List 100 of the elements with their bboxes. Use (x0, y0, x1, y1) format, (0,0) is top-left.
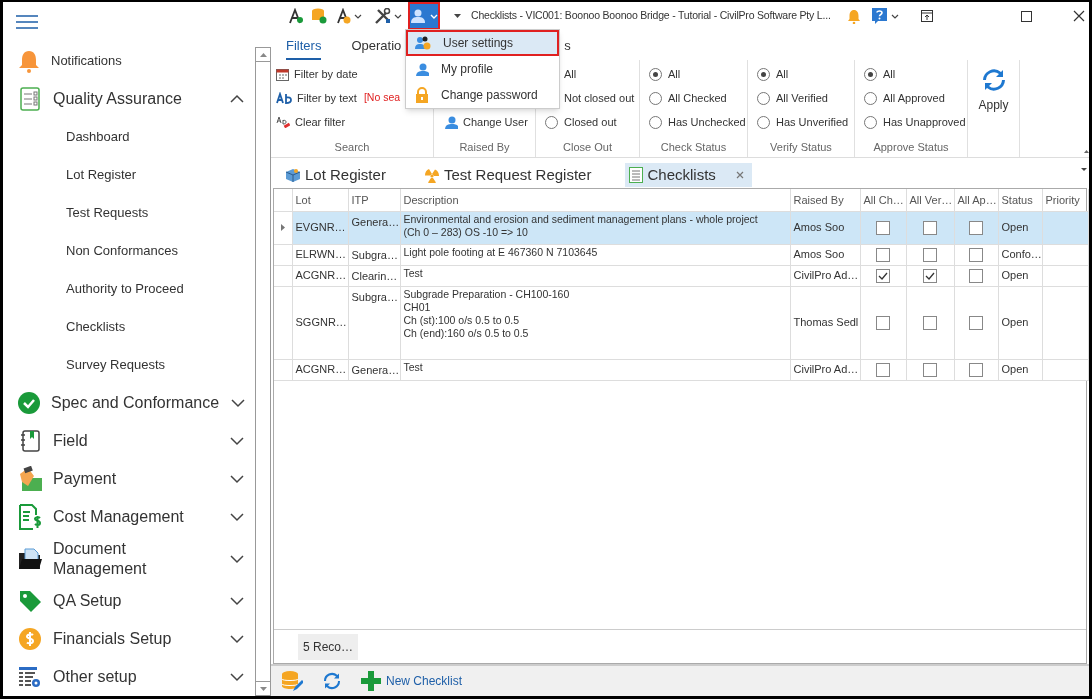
table-cell: Open (998, 211, 1042, 244)
checkbox[interactable] (923, 363, 937, 378)
bell-icon[interactable] (846, 8, 860, 24)
checkbox[interactable] (876, 221, 890, 236)
chevron-down-icon (230, 398, 247, 408)
radio-button[interactable] (864, 67, 877, 81)
sidebar-subitem[interactable]: Lot Register (18, 156, 245, 194)
column-header[interactable]: Raised By (790, 189, 860, 211)
dropdown-arrow-icon[interactable] (454, 14, 461, 18)
table-cell: Open (998, 265, 1042, 286)
sidebar-section[interactable]: Payment (18, 460, 245, 498)
radio-label: All (883, 66, 896, 82)
group-title: Check Status (659, 139, 728, 155)
checkbox[interactable] (876, 269, 890, 284)
close-icon[interactable] (1072, 10, 1085, 22)
radio-label: All Approved (883, 90, 945, 106)
sidebar-subitem[interactable]: Test Requests (18, 194, 245, 232)
group-title: Approve Status (872, 139, 950, 155)
checkbox[interactable] (876, 316, 890, 331)
document-tab[interactable]: Lot Register (281, 163, 416, 187)
ribbon-command[interactable]: Change User (444, 113, 528, 131)
sidebar-section[interactable]: Document Management (18, 536, 245, 582)
sidebar-subitem[interactable]: Survey Requests (18, 346, 245, 384)
checkbox[interactable] (923, 248, 937, 263)
checkbox[interactable] (969, 221, 983, 236)
sidebar-section[interactable]: Cost Management (18, 498, 245, 536)
table-cell: Subgra… (348, 286, 400, 359)
document-tab[interactable]: Checklists (625, 163, 752, 187)
checklist-icon (20, 87, 40, 111)
ribbon-command[interactable]: Filter by date (276, 65, 358, 83)
column-header[interactable]: Description (400, 189, 790, 211)
bell-icon (18, 49, 40, 73)
sidebar-section[interactable]: Financials Setup (18, 620, 245, 658)
column-header[interactable]: Lot (292, 189, 348, 211)
tab-list-icon[interactable] (1081, 168, 1087, 171)
checkbox[interactable] (923, 269, 937, 284)
maximize-icon[interactable] (1020, 10, 1032, 22)
ribbon-tab[interactable]: Operatio (351, 35, 402, 60)
checkbox[interactable] (876, 363, 890, 378)
scroll-up-icon (259, 52, 267, 57)
sidebar-section[interactable]: Quality Assurance (18, 80, 245, 118)
check-circle-icon (18, 392, 40, 414)
ribbon-collapse-icon[interactable] (1084, 150, 1089, 153)
column-header[interactable]: All Ap… (954, 189, 998, 211)
apply-button[interactable]: Apply (978, 68, 1009, 114)
checkbox[interactable] (876, 248, 890, 263)
checkbox[interactable] (923, 316, 937, 331)
checkbox[interactable] (923, 221, 937, 236)
sidebar-subitem[interactable]: Non Conformances (18, 232, 245, 270)
ribbon-tab[interactable]: s (564, 35, 571, 60)
radio-button[interactable] (545, 115, 558, 129)
sidebar-subitem[interactable]: Dashboard (18, 118, 245, 156)
help-icon[interactable] (871, 8, 887, 24)
table-cell: Thomas Sedl (790, 286, 860, 359)
ribbon-command[interactable]: Clear filter (276, 113, 346, 131)
refresh-icon[interactable] (323, 672, 341, 690)
radio-button[interactable] (757, 67, 770, 81)
column-header[interactable]: All Ver… (906, 189, 954, 211)
row-pointer-icon (280, 224, 285, 231)
sidebar-subitem[interactable]: Checklists (18, 308, 245, 346)
checkbox[interactable] (969, 248, 983, 263)
radio-button[interactable] (864, 115, 877, 129)
dollar-coin-icon (19, 628, 41, 650)
radio-button[interactable] (649, 115, 662, 129)
text-ab-icon (276, 92, 292, 104)
user-menu-button[interactable] (410, 4, 438, 28)
sidebar-section[interactable]: Spec and Conformance (18, 384, 245, 422)
menu-item[interactable]: Change password (408, 84, 557, 106)
sidebar-subitem[interactable]: Authority to Proceed (18, 270, 245, 308)
group-title: Close Out (562, 139, 613, 155)
database-edit-icon[interactable] (281, 670, 303, 692)
tab-close-icon[interactable] (735, 171, 744, 179)
menu-item[interactable]: My profile (408, 58, 557, 80)
column-header[interactable]: All Ch… (860, 189, 906, 211)
menu-icon[interactable] (16, 15, 38, 29)
tools-icon[interactable] (374, 7, 391, 25)
sidebar-section[interactable]: Other setup (18, 658, 245, 696)
column-header[interactable]: ITP (348, 189, 400, 211)
checkbox[interactable] (969, 269, 983, 284)
radio-label: Has Unapproved (883, 114, 966, 130)
sidebar-item[interactable]: Notifications (18, 42, 245, 80)
radio-button[interactable] (649, 91, 662, 105)
sidebar-section[interactable]: Field (18, 422, 245, 460)
scrollbar[interactable] (255, 47, 271, 696)
ribbon-command[interactable]: Filter by text (276, 89, 357, 107)
ribbon-tab[interactable]: Filters (286, 35, 322, 60)
user-icon (415, 62, 429, 76)
radio-button[interactable] (649, 67, 662, 81)
column-header[interactable]: Status (998, 189, 1042, 211)
sidebar-section[interactable]: QA Setup (18, 582, 245, 620)
document-tab[interactable]: Test Request Register (419, 163, 622, 187)
radio-button[interactable] (757, 115, 770, 129)
checkbox[interactable] (969, 363, 983, 378)
radio-button[interactable] (864, 91, 877, 105)
column-header[interactable]: Priority (1042, 189, 1088, 211)
radio-button[interactable] (757, 91, 770, 105)
restore-icon[interactable] (920, 10, 933, 22)
menu-item[interactable]: User settings (408, 32, 557, 54)
checkbox[interactable] (969, 316, 983, 331)
new-checklist-button[interactable]: New Checklist (361, 671, 463, 691)
